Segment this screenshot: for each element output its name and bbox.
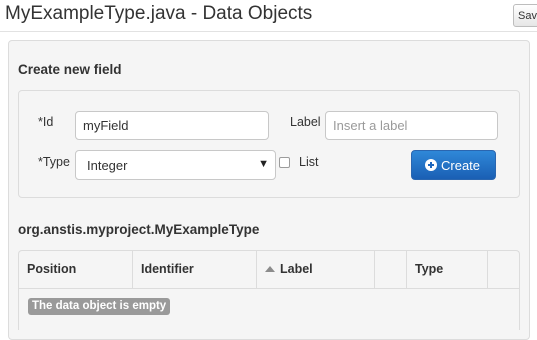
create-field-title: Create new field — [18, 62, 122, 77]
type-label: *Type — [38, 155, 70, 169]
fields-table: Position Identifier Label Type The data … — [18, 250, 520, 330]
column-header-label: Type — [415, 262, 444, 276]
page-title: MyExampleType.java - Data Objects — [5, 3, 313, 24]
label-label: Label — [290, 115, 321, 129]
empty-state-badge: The data object is empty — [28, 298, 171, 315]
create-button-label: Create — [441, 158, 481, 173]
data-object-type-name: org.anstis.myproject.MyExampleType — [18, 222, 260, 237]
create-button[interactable]: Create — [411, 150, 496, 180]
id-input[interactable] — [75, 111, 269, 140]
label-input[interactable] — [325, 111, 498, 140]
sort-asc-icon — [265, 266, 275, 272]
list-label: List — [299, 155, 319, 169]
header-divider — [0, 31, 537, 32]
id-label: *Id — [38, 115, 54, 129]
column-header-position[interactable]: Position — [19, 251, 133, 288]
column-header-identifier[interactable]: Identifier — [133, 251, 257, 288]
table-header: Position Identifier Label Type — [19, 251, 519, 289]
column-header-actions — [488, 251, 519, 288]
save-button[interactable]: Save — [513, 4, 537, 27]
plus-circle-icon — [425, 159, 437, 171]
column-header-label: Position — [27, 262, 77, 276]
type-select-value: Integer — [87, 158, 128, 173]
column-header-label: Label — [280, 262, 313, 276]
column-header-label[interactable]: Label — [257, 251, 375, 288]
column-header-blank — [375, 251, 407, 288]
column-header-label: Identifier — [141, 262, 194, 276]
top-bar: MyExampleType.java - Data Objects Save — [0, 0, 537, 30]
type-select[interactable]: Integer ▼ — [75, 150, 276, 180]
column-header-type[interactable]: Type — [407, 251, 488, 288]
create-field-form — [18, 90, 520, 198]
list-checkbox[interactable] — [279, 157, 290, 168]
caret-down-icon: ▼ — [258, 158, 269, 170]
